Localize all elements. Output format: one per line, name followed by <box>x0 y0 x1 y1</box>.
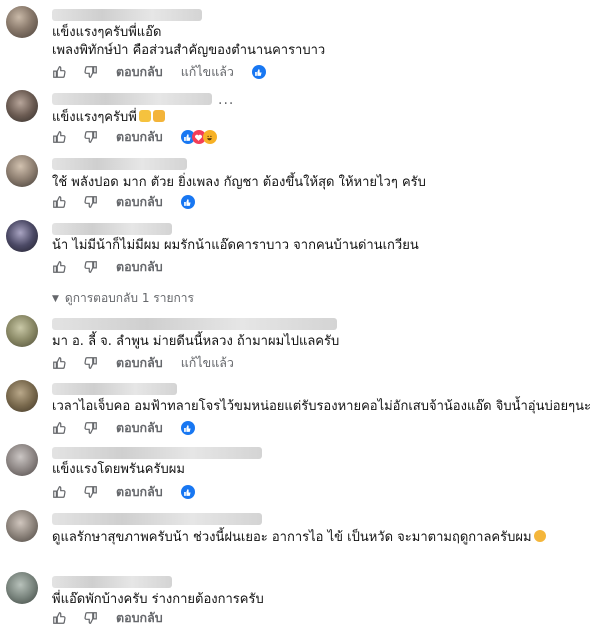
commenter-name-blurred[interactable] <box>52 158 187 170</box>
flexed-biceps-icon <box>138 110 151 122</box>
comment-actions: ตอบกลับ แก้ไขแล้ว <box>52 354 252 372</box>
avatar[interactable] <box>6 380 38 412</box>
comment-text-line: พี่แอ๊ดพักบ้างครับ ร่างกายต้องการครับ <box>52 592 264 607</box>
comment-actions: ตอบกลับ <box>52 609 181 627</box>
avatar[interactable] <box>6 6 38 38</box>
dislike-icon[interactable] <box>84 485 98 499</box>
smiling-face-with-hearts-icon <box>533 530 546 542</box>
reply-button[interactable]: ตอบกลับ <box>116 608 163 628</box>
comment-text-line: มา อ. ลี้ จ. ลำพูน ม่ายดีนนี้หลวง ถ้ามาผ… <box>52 334 340 349</box>
edited-label: แก้ไขแล้ว <box>180 355 234 370</box>
comment-actions: ตอบกลับ <box>52 193 195 211</box>
avatar[interactable] <box>6 444 38 476</box>
reaction-summary[interactable] <box>180 130 217 144</box>
reply-button[interactable]: ตอบกลับ <box>116 418 163 438</box>
commenter-name-blurred[interactable] <box>52 9 202 21</box>
comment-actions: ตอบกลับ แก้ไขแล้ว <box>52 63 266 81</box>
commenter-name-blurred[interactable] <box>52 576 172 588</box>
love-you-gesture-icon <box>152 110 165 122</box>
chevron-down-icon: ▼ <box>52 293 59 304</box>
comment-text-line: แข็งแรงๆครับพี่ <box>52 110 165 126</box>
comment-text-line: แข็งแรงโดยพรันครับผม <box>52 462 185 477</box>
comment-actions: ตอบกลับ <box>52 419 195 437</box>
like-icon[interactable] <box>52 421 66 435</box>
comment-text-line: ดูแลรักษาสุขภาพครับน้า ช่วงนี้ฝนเยอะ อาก… <box>52 530 546 546</box>
reply-button[interactable]: ตอบกลับ <box>116 353 163 373</box>
like-icon[interactable] <box>52 65 66 79</box>
reply-button[interactable]: ตอบกลับ <box>116 127 163 147</box>
commenter-name-blurred[interactable] <box>52 93 212 105</box>
comment-text-line: เวลาไอเจ็บคอ อมฟ้าทลายโจรไว้ขมหน่อยแต่รั… <box>52 399 591 414</box>
like-reaction-icon[interactable] <box>251 65 266 79</box>
reply-button[interactable]: ตอบกลับ <box>116 192 163 212</box>
dislike-icon[interactable] <box>84 65 98 79</box>
like-reaction-icon[interactable] <box>180 485 195 499</box>
like-icon[interactable] <box>52 130 66 144</box>
comment-actions: ตอบกลับ <box>52 258 181 276</box>
dislike-icon[interactable] <box>84 195 98 209</box>
comment-text-line: เพลงพิทักษ์ป่า คือส่วนสำคัญของตำนานคาราบ… <box>52 43 326 58</box>
like-icon[interactable] <box>52 611 66 625</box>
edited-label: แก้ไขแล้ว <box>180 64 234 79</box>
dislike-icon[interactable] <box>84 611 98 625</box>
like-icon[interactable] <box>52 485 66 499</box>
dislike-icon[interactable] <box>84 421 98 435</box>
like-icon[interactable] <box>52 195 66 209</box>
like-icon[interactable] <box>52 260 66 274</box>
commenter-name-blurred[interactable] <box>52 318 337 330</box>
haha-reaction-icon <box>202 130 217 144</box>
comment-text-line: น้า ไม่มีน้าก็ไม่มีผม ผมรักน้าแอ๊ดคาราบา… <box>52 238 419 253</box>
comment-text: แข็งแรงๆครับพี่ <box>52 110 137 125</box>
avatar[interactable] <box>6 220 38 252</box>
like-reaction-icon[interactable] <box>180 195 195 209</box>
reply-button[interactable]: ตอบกลับ <box>116 482 163 502</box>
more-options-icon[interactable]: ··· <box>218 96 234 112</box>
avatar[interactable] <box>6 155 38 187</box>
commenter-name-blurred[interactable] <box>52 383 177 395</box>
comment-actions: ตอบกลับ <box>52 483 195 501</box>
dislike-icon[interactable] <box>84 130 98 144</box>
like-reaction-icon[interactable] <box>180 421 195 435</box>
view-replies-link[interactable]: ▼ ดูการตอบกลับ 1 รายการ <box>52 289 194 308</box>
reply-button[interactable]: ตอบกลับ <box>116 62 163 82</box>
reply-button[interactable]: ตอบกลับ <box>116 257 163 277</box>
view-replies-label: ดูการตอบกลับ 1 รายการ <box>64 291 194 305</box>
commenter-name-blurred[interactable] <box>52 513 262 525</box>
comment-text: ดูแลรักษาสุขภาพครับน้า ช่วงนี้ฝนเยอะ อาก… <box>52 530 532 545</box>
commenter-name-blurred[interactable] <box>52 447 262 459</box>
avatar[interactable] <box>6 510 38 542</box>
dislike-icon[interactable] <box>84 260 98 274</box>
dislike-icon[interactable] <box>84 356 98 370</box>
avatar[interactable] <box>6 90 38 122</box>
comment-text-line: ใช้ พลังปอด มาก ตัวย ยิ่งเพลง กัญชา ต้อง… <box>52 175 426 190</box>
comment-actions: ตอบกลับ <box>52 128 217 146</box>
like-icon[interactable] <box>52 356 66 370</box>
avatar[interactable] <box>6 315 38 347</box>
comment-text-line: แข็งแรงๆครับพี่แอ๊ด <box>52 25 162 40</box>
commenter-name-blurred[interactable] <box>52 223 172 235</box>
avatar[interactable] <box>6 572 38 604</box>
